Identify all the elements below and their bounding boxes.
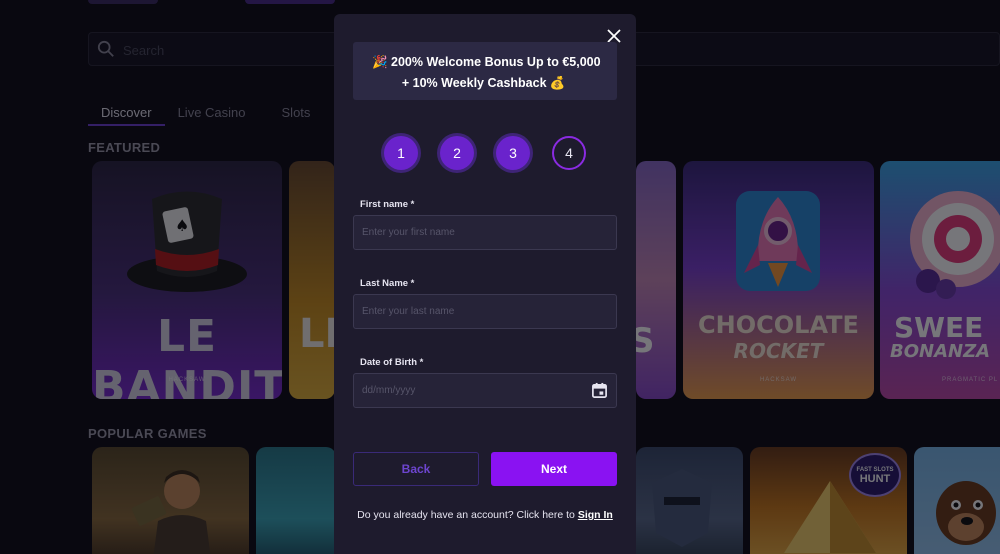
tab-live-casino[interactable]: Live Casino xyxy=(165,100,259,126)
game-card[interactable]: SWEE BONANZA PRAGMATIC PL xyxy=(880,161,1000,399)
game-card[interactable]: ♠ LE BANDIT HACKSAW xyxy=(92,161,282,399)
step-4: 4 xyxy=(552,136,586,170)
tab-discover[interactable]: Discover xyxy=(88,100,165,126)
first-name-label: First name * xyxy=(360,199,415,210)
dob-input[interactable]: dd/mm/yyyy xyxy=(353,373,617,408)
game-title: LE xyxy=(299,311,335,357)
game-title: LE BANDIT xyxy=(92,311,282,399)
game-subtitle: BONANZA xyxy=(890,341,991,362)
bonus-text-line1: 200% Welcome Bonus Up to €5,000 xyxy=(391,55,601,69)
fast-slots-hunt-badge: FAST SLOTS HUNT xyxy=(849,453,901,497)
game-title: SWEE xyxy=(894,311,984,344)
next-button[interactable]: Next xyxy=(491,452,617,486)
game-card[interactable] xyxy=(92,447,249,554)
featured-heading: FEATURED xyxy=(88,140,161,155)
game-card[interactable]: LE xyxy=(289,161,335,399)
hat-icon: ♠ xyxy=(127,191,247,292)
game-card[interactable] xyxy=(636,447,743,554)
dog-icon xyxy=(936,481,996,545)
game-card[interactable]: FAST SLOTS HUNT xyxy=(750,447,907,554)
bonus-text-line2: + 10% Weekly Cashback xyxy=(401,76,547,90)
warrior-icon xyxy=(652,469,712,547)
game-card[interactable]: S xyxy=(636,161,676,399)
category-tabs: Discover Live Casino Slots xyxy=(88,100,323,126)
popular-heading: POPULAR GAMES xyxy=(88,426,207,441)
calendar-icon[interactable] xyxy=(591,382,608,399)
game-title: CHOCOLATE xyxy=(698,311,859,339)
first-name-input[interactable]: Enter your first name xyxy=(353,215,617,250)
dob-label: Date of Birth * xyxy=(360,357,424,368)
game-card[interactable] xyxy=(914,447,1000,554)
account-prompt-text: Do you already have an account? Click he… xyxy=(357,509,575,521)
game-provider: HACKSAW xyxy=(168,377,206,383)
step-indicator: 1 2 3 4 xyxy=(384,136,586,172)
step-2: 2 xyxy=(440,136,474,170)
search-icon xyxy=(97,40,114,57)
game-title: S xyxy=(636,321,655,361)
game-card[interactable] xyxy=(256,447,336,554)
svg-text:♠: ♠ xyxy=(175,216,189,235)
welcome-bonus-banner: 🎉 200% Welcome Bonus Up to €5,000 + 10% W… xyxy=(353,42,617,100)
game-provider: PRAGMATIC PL xyxy=(942,377,999,383)
game-subtitle: ROCKET xyxy=(733,339,824,363)
sign-in-link[interactable]: Sign In xyxy=(578,509,613,521)
last-name-label: Last Name * xyxy=(360,278,415,289)
money-bag-icon: 💰 xyxy=(549,76,566,91)
dob-placeholder: dd/mm/yyyy xyxy=(362,385,416,396)
registration-modal: 🎉 200% Welcome Bonus Up to €5,000 + 10% W… xyxy=(334,14,636,554)
step-1: 1 xyxy=(384,136,418,170)
party-popper-icon: 🎉 xyxy=(372,55,388,70)
header-element xyxy=(88,0,158,4)
rocket-icon xyxy=(736,191,820,291)
game-provider: HACKSAW xyxy=(759,377,798,383)
adventurer-icon xyxy=(132,470,211,554)
tab-slots[interactable]: Slots xyxy=(269,100,324,126)
lollipop-icon xyxy=(910,191,1000,299)
game-card[interactable]: CHOCOLATE ROCKET HACKSAW xyxy=(683,161,874,399)
header-element xyxy=(245,0,335,4)
search-input[interactable]: Search xyxy=(123,43,164,58)
back-button[interactable]: Back xyxy=(353,452,479,486)
signin-prompt: Do you already have an account? Click he… xyxy=(334,509,636,521)
step-3: 3 xyxy=(496,136,530,170)
last-name-input[interactable]: Enter your last name xyxy=(353,294,617,329)
